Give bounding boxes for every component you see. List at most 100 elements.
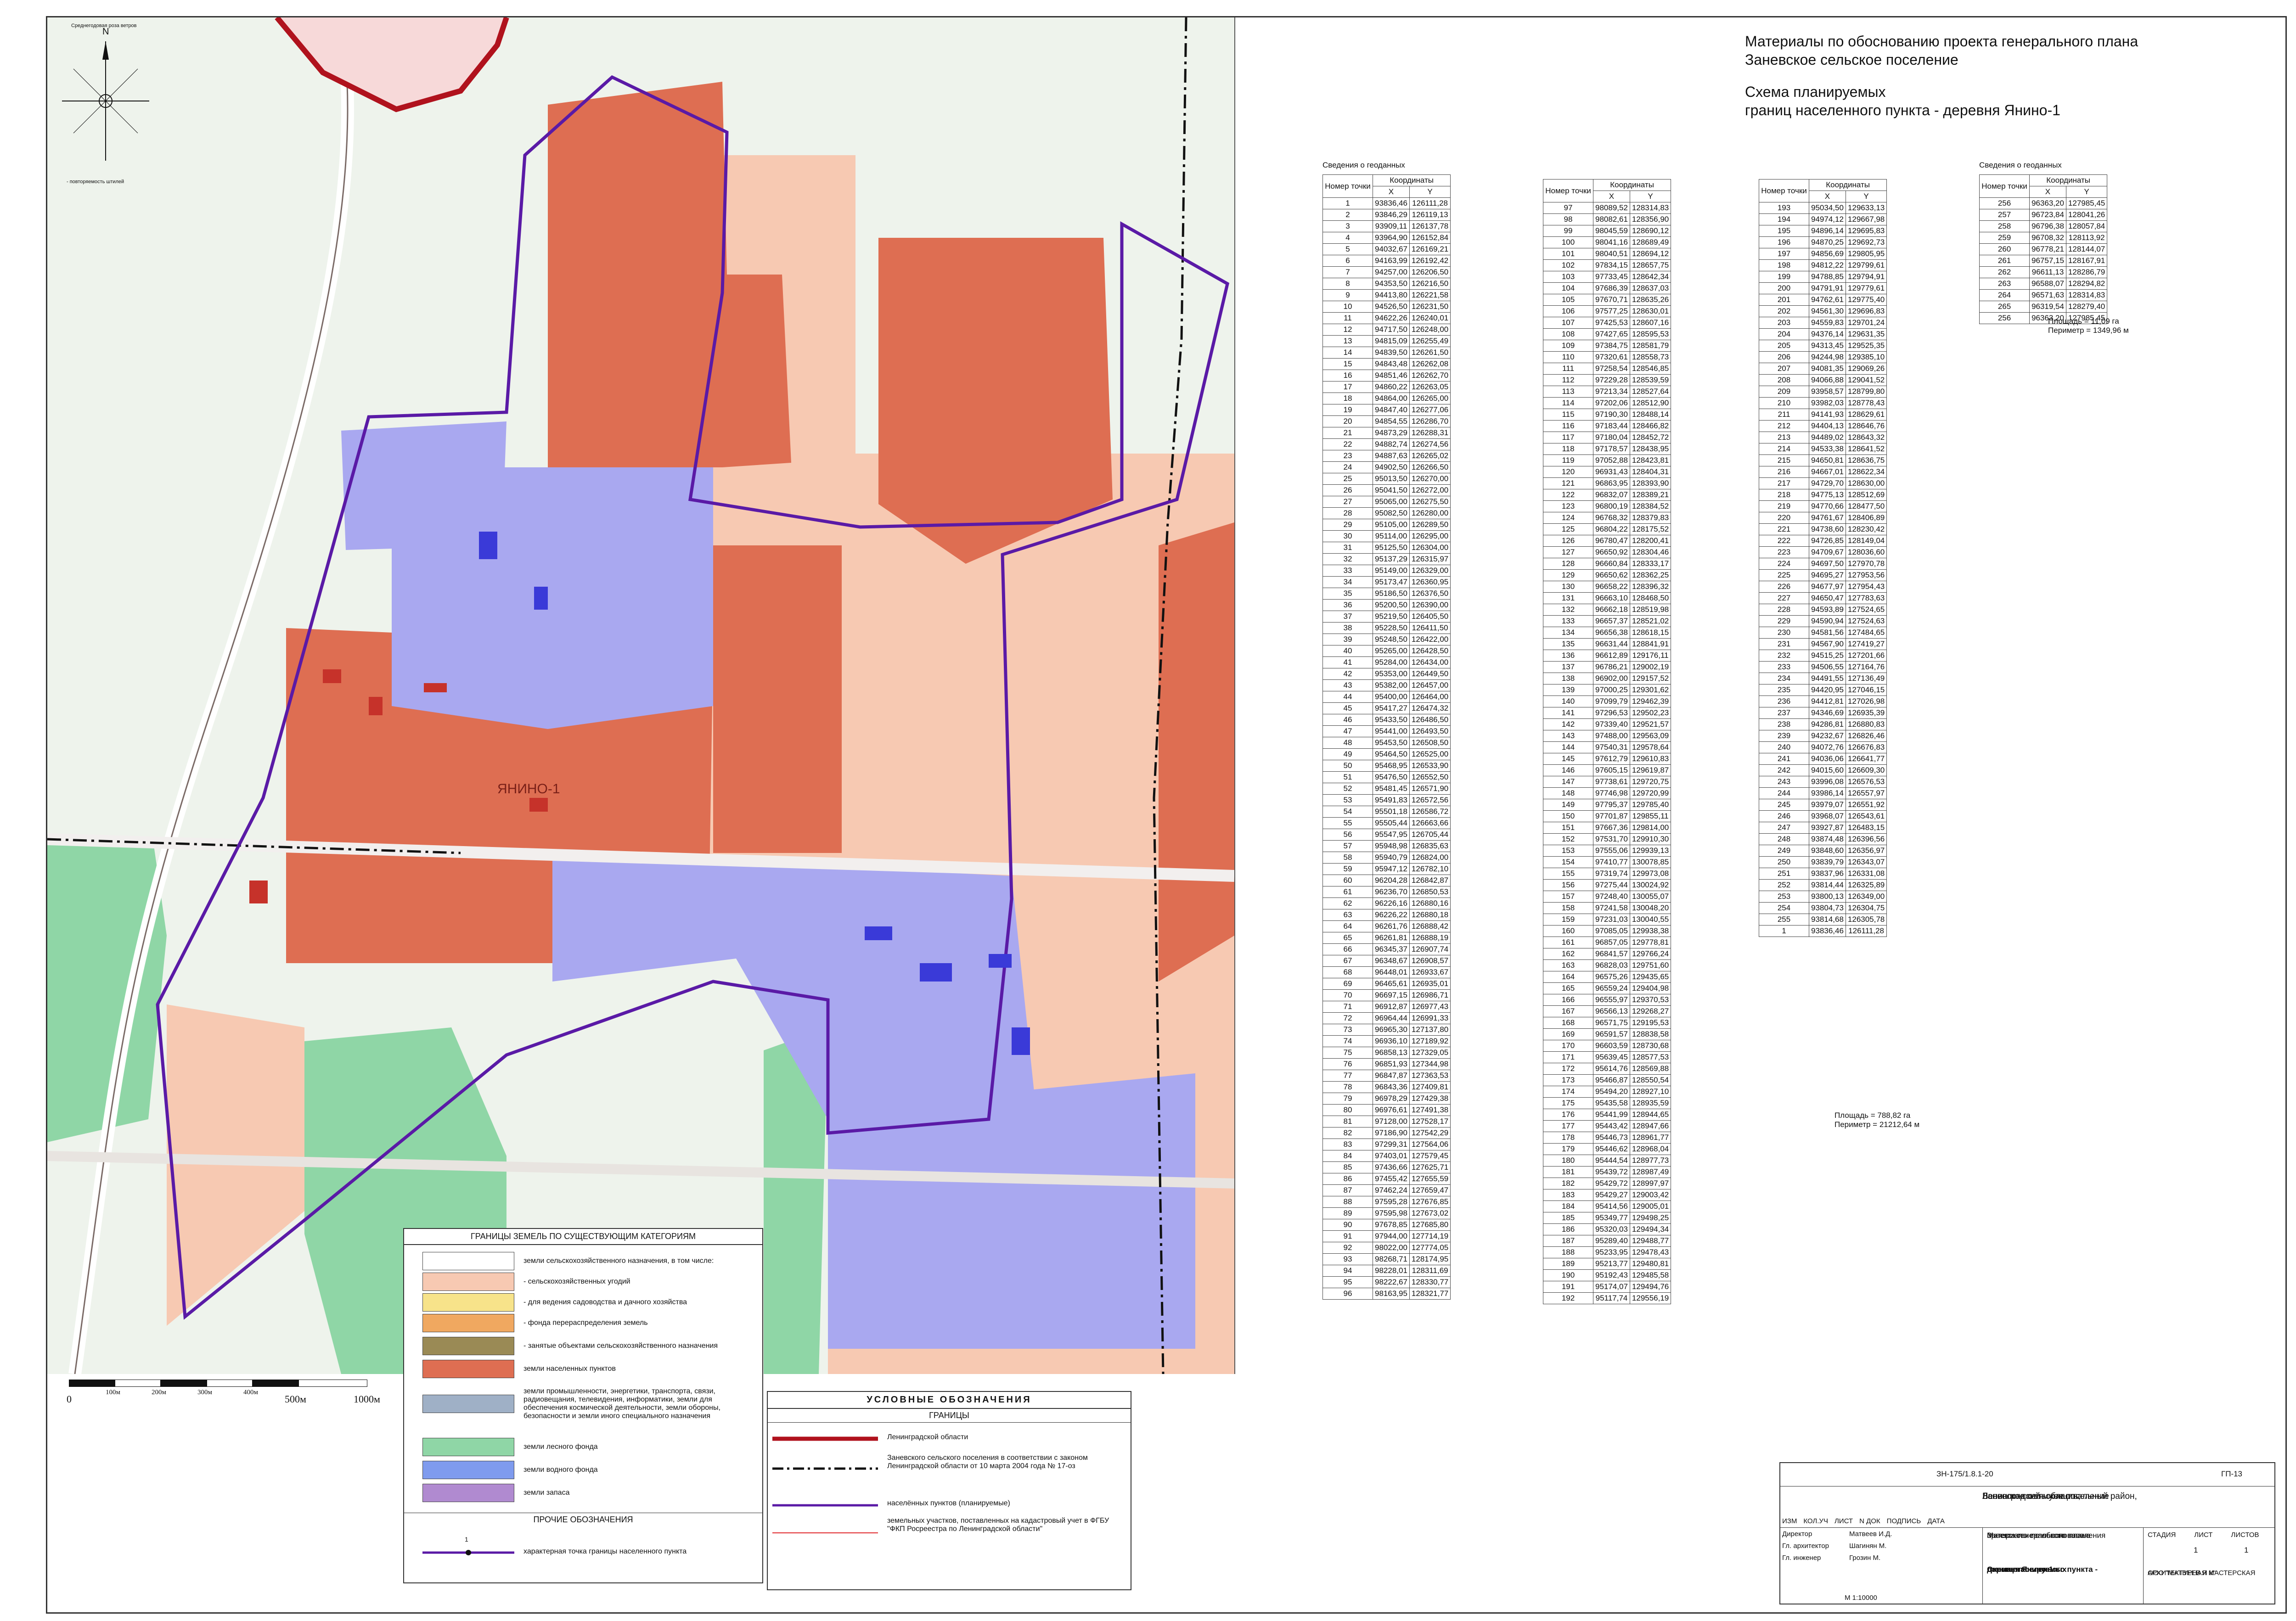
- table-row: 33 95149,00 126329,00: [1322, 565, 1451, 577]
- geodata-table-3: Номер точки Координаты X Y 193 95034,50 129633…: [1759, 179, 1887, 937]
- table-row: 125 96804,22 128175,52: [1543, 523, 1671, 535]
- coord-y: 126270,00: [1409, 473, 1451, 485]
- table-row: 78 96843,36 127409,81: [1322, 1081, 1451, 1093]
- coord-x: 98089,52: [1593, 202, 1630, 214]
- table-row: 52 95481,45 126571,90: [1322, 783, 1451, 795]
- coord-y: 126274,56: [1409, 438, 1451, 450]
- coord-x: 94856,69: [1809, 248, 1846, 260]
- scale-segment: [298, 1380, 367, 1387]
- table-row: 238 94286,81 126880,83: [1759, 718, 1887, 730]
- coord-x: 96804,22: [1593, 523, 1630, 535]
- point-number: 260: [1979, 243, 2030, 255]
- coord-y: 126356,97: [1845, 845, 1887, 857]
- subtitle-line: границ населенного пункта - деревня Янин…: [1745, 102, 2060, 118]
- coord-y: 126782,10: [1409, 863, 1451, 875]
- table-row: 166 96555,97 129370,53: [1543, 994, 1671, 1006]
- coord-x: 96863,95: [1593, 477, 1630, 489]
- table-row: 188 95233,95 129478,43: [1543, 1246, 1671, 1258]
- coord-y: 126557,97: [1845, 787, 1887, 799]
- table-row: 144 97540,31 129578,64: [1543, 741, 1671, 753]
- coord-x: 94882,74: [1373, 438, 1410, 450]
- coord-y: 126571,90: [1409, 783, 1451, 795]
- coord-y: 128841,91: [1629, 638, 1671, 650]
- coord-x: 95491,83: [1373, 794, 1410, 806]
- coord-x: 94232,67: [1809, 730, 1846, 742]
- scale-bar: 0 100м 200м 300м 400м 500м 1000м: [67, 1380, 390, 1421]
- coord-x: 97670,71: [1593, 294, 1630, 306]
- coord-x: 98022,00: [1373, 1242, 1410, 1254]
- coord-x: 96555,97: [1593, 994, 1630, 1006]
- table-row: 47 95441,00 126493,50: [1322, 725, 1451, 737]
- coord-x: 93964,90: [1373, 232, 1410, 244]
- legend-category-label: земли запаса: [523, 1489, 570, 1497]
- legend-symbols: УСЛОВНЫЕ ОБОЗНАЧЕНИЯ ГРАНИЦЫ Ленинградск…: [767, 1391, 1131, 1590]
- coord-x: 97427,65: [1593, 328, 1630, 340]
- point-number: 227: [1759, 592, 1809, 604]
- table-row: 62 96226,16 126880,16: [1322, 897, 1451, 909]
- point-number: 84: [1322, 1150, 1373, 1162]
- coordinates-table: Номер точки Координаты X Y 1 93836,46 126111,2…: [1322, 174, 1451, 1300]
- coord-x: 97403,01: [1373, 1150, 1410, 1162]
- table-row: 228 94593,89 127524,65: [1759, 604, 1887, 616]
- coord-x: 94593,89: [1809, 604, 1846, 616]
- point-number: 230: [1759, 627, 1809, 639]
- coord-x: 97595,98: [1373, 1207, 1410, 1219]
- coord-x: 93836,46: [1809, 925, 1846, 937]
- coord-x: 95117,74: [1593, 1292, 1630, 1304]
- point-number: 219: [1759, 500, 1809, 512]
- point-number: 50: [1322, 760, 1373, 772]
- table-row: 216 94667,01 128622,34: [1759, 466, 1887, 478]
- table-row: 232 94515,25 127201,66: [1759, 650, 1887, 662]
- table-row: 28 95082,50 126280,00: [1322, 507, 1451, 519]
- table-row: 226 94677,97 127954,43: [1759, 581, 1887, 593]
- table-row: 211 94141,93 128629,61: [1759, 409, 1887, 421]
- point-number: 119: [1543, 454, 1593, 466]
- coord-x: 97296,53: [1593, 707, 1630, 719]
- table-row: 72 96964,44 126991,33: [1322, 1012, 1451, 1024]
- coord-y: 128321,77: [1409, 1288, 1451, 1300]
- table-row: 170 96603,59 128730,68: [1543, 1040, 1671, 1052]
- coord-x: 94709,67: [1809, 546, 1846, 558]
- coord-x: 96319,54: [2029, 301, 2066, 313]
- table-row: 2 93846,29 126119,13: [1322, 209, 1451, 221]
- point-number: 157: [1543, 891, 1593, 903]
- coord-x: 95125,50: [1373, 542, 1410, 554]
- point-number: 223: [1759, 546, 1809, 558]
- coord-y: 127363,53: [1409, 1070, 1451, 1082]
- coord-x: 94815,09: [1373, 335, 1410, 347]
- coord-y: 129435,65: [1629, 971, 1671, 983]
- point-number: 105: [1543, 294, 1593, 306]
- coord-x: 97384,75: [1593, 340, 1630, 352]
- coord-y: 129720,75: [1629, 776, 1671, 788]
- table-row: 127 96650,92 128304,46: [1543, 546, 1671, 558]
- coord-x: 98040,51: [1593, 248, 1630, 260]
- coord-y: 129778,81: [1629, 937, 1671, 948]
- table-row: 51 95476,50 126552,50: [1322, 771, 1451, 783]
- table-row: 45 95417,27 126474,32: [1322, 702, 1451, 714]
- stamp-person: Шагинян М.: [1849, 1542, 1887, 1550]
- col-x-header: X: [1373, 186, 1410, 198]
- table-row: 184 95414,56 129005,01: [1543, 1200, 1671, 1212]
- point-number: 33: [1322, 565, 1373, 577]
- point-number: 3: [1322, 220, 1373, 232]
- point-number: 210: [1759, 397, 1809, 409]
- coord-x: 97425,53: [1593, 317, 1630, 329]
- coord-y: 128149,04: [1845, 535, 1887, 547]
- coord-x: 97180,04: [1593, 432, 1630, 443]
- table-row: 160 97085,05 129938,38: [1543, 925, 1671, 937]
- coord-x: 98228,01: [1373, 1265, 1410, 1277]
- coord-x: 96448,01: [1373, 966, 1410, 978]
- point-number: 178: [1543, 1132, 1593, 1144]
- table-row: 63 96226,22 126880,18: [1322, 909, 1451, 921]
- point-number: 17: [1322, 381, 1373, 393]
- legend-swatch: [422, 1461, 514, 1479]
- coord-x: 96363,20: [2029, 197, 2066, 209]
- point-number: 144: [1543, 741, 1593, 753]
- legend-category-row: земли запаса: [404, 1484, 762, 1502]
- legend-land-categories: ГРАНИЦЫ ЗЕМЕЛЬ ПО СУЩЕСТВУЮЩИМ КАТЕГОРИЯ…: [403, 1228, 763, 1583]
- point-number: 194: [1759, 213, 1809, 225]
- coord-y: 128333,17: [1629, 558, 1671, 570]
- point-number: 58: [1322, 852, 1373, 864]
- coord-x: 97229,28: [1593, 374, 1630, 386]
- coord-x: 95453,50: [1373, 737, 1410, 749]
